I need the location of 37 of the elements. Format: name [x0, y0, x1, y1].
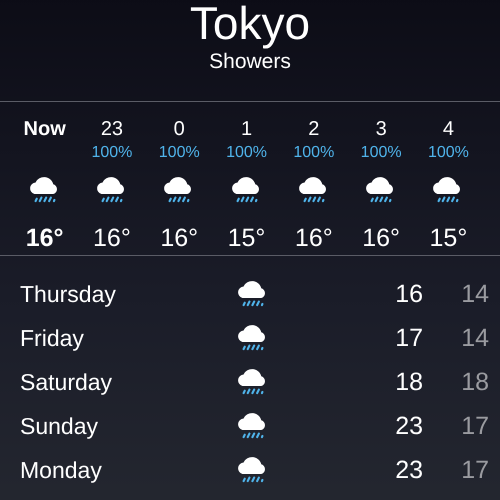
- day-name: Monday: [19, 456, 103, 484]
- hour-temperature: 15°: [430, 224, 468, 253]
- low-temperature: 14: [460, 324, 489, 352]
- hour-temperature: 16°: [160, 224, 198, 253]
- hour-label: 4: [442, 118, 454, 142]
- precipitation-chance: 100%: [91, 144, 132, 163]
- high-temperature: 17: [394, 324, 423, 352]
- low-temperature: 18: [460, 368, 489, 396]
- hour-label: 1: [240, 118, 252, 142]
- hour-temperature: 16°: [26, 224, 64, 253]
- city-name: Tokyo: [190, 0, 310, 46]
- hour-label: Now: [24, 118, 66, 142]
- precipitation-chance: 100%: [158, 144, 200, 163]
- day-name: Sunday: [19, 412, 100, 440]
- hour-label: 2: [308, 118, 320, 142]
- hour-label: 23: [100, 118, 124, 142]
- high-temperature: 16: [394, 280, 423, 308]
- low-temperature: 17: [460, 412, 489, 440]
- weather-condition: Showers: [209, 50, 291, 74]
- high-temperature: 18: [394, 368, 423, 396]
- hour-temperature: 16°: [93, 224, 131, 253]
- hour-temperature: 16°: [294, 224, 333, 253]
- hour-temperature: 16°: [362, 224, 400, 253]
- hour-temperature: 15°: [228, 224, 266, 253]
- hour-label: 0: [174, 118, 185, 142]
- precipitation-chance: 100%: [360, 144, 402, 163]
- hour-label: 3: [376, 118, 387, 142]
- day-name: Friday: [19, 324, 85, 352]
- low-temperature: 17: [460, 456, 489, 484]
- high-temperature: 23: [394, 456, 423, 484]
- precipitation-chance: 100%: [226, 144, 267, 163]
- day-name: Thursday: [19, 280, 117, 308]
- low-temperature: 14: [460, 280, 489, 308]
- precipitation-chance: 100%: [428, 144, 469, 163]
- day-name: Saturday: [19, 368, 114, 396]
- precipitation-chance: 100%: [293, 144, 334, 163]
- high-temperature: 23: [394, 412, 423, 440]
